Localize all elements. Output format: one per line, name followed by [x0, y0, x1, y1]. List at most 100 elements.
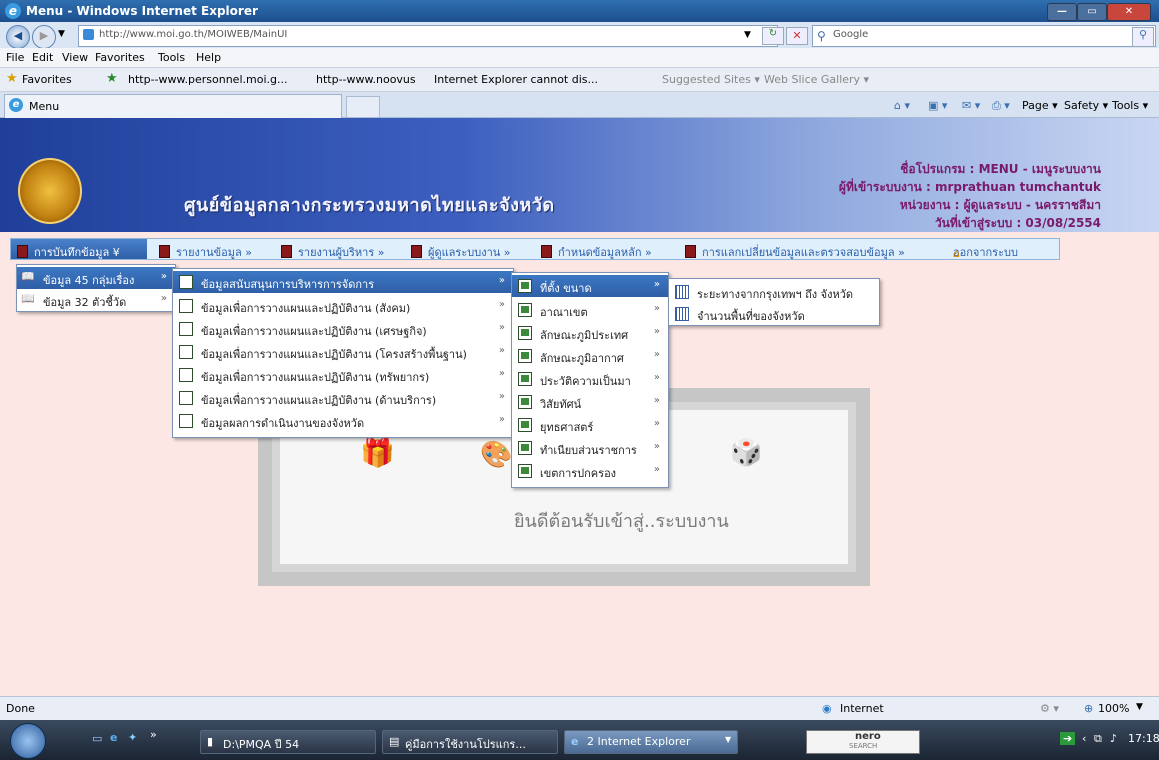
menu-item-label: ข้อมูล 32 ตัวชี้วัด: [43, 296, 127, 309]
nav-item-exec-report[interactable]: รายงานผู้บริหาร »: [281, 243, 385, 261]
menu-item-plan-infrastructure[interactable]: ข้อมูลเพื่อการวางแผนและปฏิบัติงาน (โครงส…: [173, 341, 513, 363]
safety-menu[interactable]: Safety ▾: [1064, 99, 1108, 112]
menu-item-admin-support[interactable]: ข้อมูลสนับสนุนการบริหารการจัดการ »: [173, 271, 513, 293]
menu-item-label: อาณาเขต: [540, 306, 588, 319]
chevron-right-icon: »: [498, 299, 505, 310]
menu-edit[interactable]: Edit: [32, 51, 53, 64]
home-logout-icon: ⌂: [953, 247, 960, 260]
menu-item-label: ทำเนียบส่วนราชการ: [540, 444, 637, 457]
menu-item-territory[interactable]: อาณาเขต »: [512, 299, 668, 321]
forward-button[interactable]: ▶: [32, 25, 56, 49]
menu-item-plan-services[interactable]: ข้อมูลเพื่อการวางแผนและปฏิบัติงาน (ด้านบ…: [173, 387, 513, 409]
zoom-level[interactable]: 100%: [1098, 702, 1129, 715]
nav-label: การบันทึกข้อมูล: [34, 246, 110, 259]
tray-arrow-icon[interactable]: ➔: [1060, 732, 1076, 745]
stop-icon[interactable]: ✕: [786, 27, 808, 45]
quicklaunch-ie-icon[interactable]: e: [110, 731, 117, 744]
fav-suggested-sites[interactable]: Suggested Sites ▾: [662, 73, 760, 86]
nav-item-record[interactable]: การบันทึกข้อมูล ¥: [17, 243, 120, 261]
chevron-right-icon: »: [653, 279, 660, 290]
zoom-dropdown-icon[interactable]: ▼: [1136, 702, 1143, 712]
menu-item-province-area[interactable]: จำนวนพื้นที่ของจังหวัด: [669, 303, 879, 325]
fav-link-noovus[interactable]: http--www.noovus: [316, 73, 416, 86]
user-unit: หน่วยงาน : ผู้ดูแลระบบ - นครราชสีมา: [899, 198, 1101, 212]
taskbar-item-word[interactable]: ▤ คู่มือการใช้งานโปรแกร...: [382, 730, 558, 754]
menu-item-strategy[interactable]: ยุทธศาสตร์ »: [512, 414, 668, 436]
menu-item-plan-social[interactable]: ข้อมูลเพื่อการวางแผนและปฏิบัติงาน (สังคม…: [173, 295, 513, 317]
tab-menu[interactable]: e Menu: [4, 94, 342, 118]
search-go-button[interactable]: ⚲: [1132, 27, 1154, 47]
tools-menu[interactable]: Tools ▾: [1112, 99, 1148, 112]
menu-item-climate[interactable]: ลักษณะภูมิอากาศ »: [512, 345, 668, 367]
new-tab-button[interactable]: [346, 96, 380, 118]
ie-logo-icon: e: [5, 3, 21, 19]
zoom-icon: ⊕: [1084, 702, 1094, 715]
favorites-button[interactable]: Favorites: [22, 73, 72, 86]
menu-item-history[interactable]: ประวัติความเป็นมา »: [512, 368, 668, 390]
quicklaunch-more-icon[interactable]: »: [150, 728, 157, 741]
taskbar-item-label: คู่มือการใช้งานโปรแกร...: [405, 738, 526, 751]
start-button[interactable]: [10, 723, 46, 759]
nav-item-report[interactable]: รายงานข้อมูล »: [159, 243, 252, 261]
history-dropdown-icon[interactable]: ▼: [58, 29, 65, 39]
home-icon[interactable]: ⌂ ▾: [894, 99, 910, 112]
menu-item-vision[interactable]: วิสัยทัศน์ »: [512, 391, 668, 413]
book-icon: [411, 245, 422, 258]
nero-search-box[interactable]: nero SEARCH: [806, 730, 920, 754]
menu-item-admin-districts[interactable]: เขตการปกครอง »: [512, 460, 668, 482]
taskbar-item-ie[interactable]: e 2 Internet Explorer ▼: [564, 730, 738, 754]
taskbar: ▭ e ✦ » ▮ D:\PMQA ปี 54 ▤ คู่มือการใช้งานโ…: [0, 720, 1159, 760]
protected-mode-icon[interactable]: ⚙ ▾: [1040, 702, 1059, 715]
page-menu[interactable]: Page ▾: [1022, 99, 1058, 112]
document-icon: ▤: [389, 735, 400, 748]
feeds-icon[interactable]: ▣ ▾: [928, 99, 947, 112]
fav-web-slice-gallery[interactable]: Web Slice Gallery ▾: [764, 73, 869, 86]
mail-icon[interactable]: ✉ ▾: [962, 99, 980, 112]
menu-file[interactable]: File: [6, 51, 24, 64]
menu-help[interactable]: Help: [196, 51, 221, 64]
nav-item-exchange[interactable]: การแลกเปลี่ยนข้อมูลและตรวจสอบข้อมูล »: [685, 243, 905, 261]
show-desktop-icon[interactable]: ▭: [92, 732, 102, 745]
back-button[interactable]: ◀: [6, 25, 30, 49]
menu-favorites[interactable]: Favorites: [95, 51, 145, 64]
clock[interactable]: 17:18: [1128, 732, 1159, 745]
nav-item-master-data[interactable]: กำหนดข้อมูลหลัก »: [541, 243, 652, 261]
close-button[interactable]: ✕: [1107, 3, 1151, 21]
chevron-right-icon: »: [498, 275, 505, 286]
zone-label: Internet: [840, 702, 884, 715]
menu-item-plan-economy[interactable]: ข้อมูลเพื่อการวางแผนและปฏิบัติงาน (เศรษฐ…: [173, 318, 513, 340]
chevron-right-icon: »: [498, 414, 505, 425]
refresh-icon[interactable]: ↻: [762, 27, 784, 45]
menu-view[interactable]: View: [62, 51, 88, 64]
menu-item-plan-resources[interactable]: ข้อมูลเพื่อการวางแผนและปฏิบัติงาน (ทรัพย…: [173, 364, 513, 386]
print-icon[interactable]: ⎙ ▾: [992, 99, 1010, 113]
tray-chevron-icon[interactable]: ‹: [1082, 732, 1086, 745]
search-input[interactable]: ⚲ Google: [812, 25, 1156, 47]
menu-item-geography[interactable]: ลักษณะภูมิประเทศ »: [512, 322, 668, 344]
menu-item-32-indicators[interactable]: ข้อมูล 32 ตัวชี้วัด » 📖: [17, 289, 175, 311]
address-field[interactable]: http://www.moi.go.th/MOIWEB/MainUI: [78, 25, 778, 47]
nav-item-logout[interactable]: ⌂ ออกจากระบบ: [953, 243, 1018, 261]
volume-icon[interactable]: ♪: [1110, 732, 1117, 745]
menu-item-location-size[interactable]: ที่ตั้ง ขนาด »: [512, 275, 668, 297]
network-icon[interactable]: ⧉: [1094, 732, 1102, 746]
menu-item-province-results[interactable]: ข้อมูลผลการดำเนินงานของจังหวัด »: [173, 410, 513, 432]
add-favorite-icon[interactable]: ★: [106, 71, 118, 86]
menu-tools[interactable]: Tools: [158, 51, 185, 64]
menu-item-distance-bangkok[interactable]: ระยะทางจากกรุงเทพฯ ถึง จังหวัด: [669, 281, 879, 303]
menu-item-45-groups[interactable]: ข้อมูล 45 กลุ่มเรื่อง » 📖: [17, 267, 175, 289]
fav-link-ie-error[interactable]: Internet Explorer cannot dis...: [434, 73, 598, 86]
quicklaunch-icon[interactable]: ✦: [128, 731, 137, 744]
maximize-button[interactable]: ▭: [1077, 3, 1107, 21]
nav-item-admin[interactable]: ผู้ดูแลระบบงาน »: [411, 243, 511, 261]
fav-link-personnel[interactable]: http--www.personnel.moi.g...: [128, 73, 287, 86]
address-dropdown-icon[interactable]: ▼: [744, 30, 751, 40]
minimize-button[interactable]: —: [1047, 3, 1077, 21]
nav-label: การแลกเปลี่ยนข้อมูลและตรวจสอบข้อมูล: [702, 246, 895, 259]
nav-label: รายงานผู้บริหาร: [298, 246, 375, 259]
nav-label: ออกจากระบบ: [953, 246, 1018, 259]
nav-label: ผู้ดูแลระบบงาน: [428, 246, 501, 259]
taskbar-item-folder[interactable]: ▮ D:\PMQA ปี 54: [200, 730, 376, 754]
program-name: ชื่อโปรแกรม : MENU - เมนูระบบงาน: [900, 162, 1101, 176]
menu-item-gov-directory[interactable]: ทำเนียบส่วนราชการ »: [512, 437, 668, 459]
